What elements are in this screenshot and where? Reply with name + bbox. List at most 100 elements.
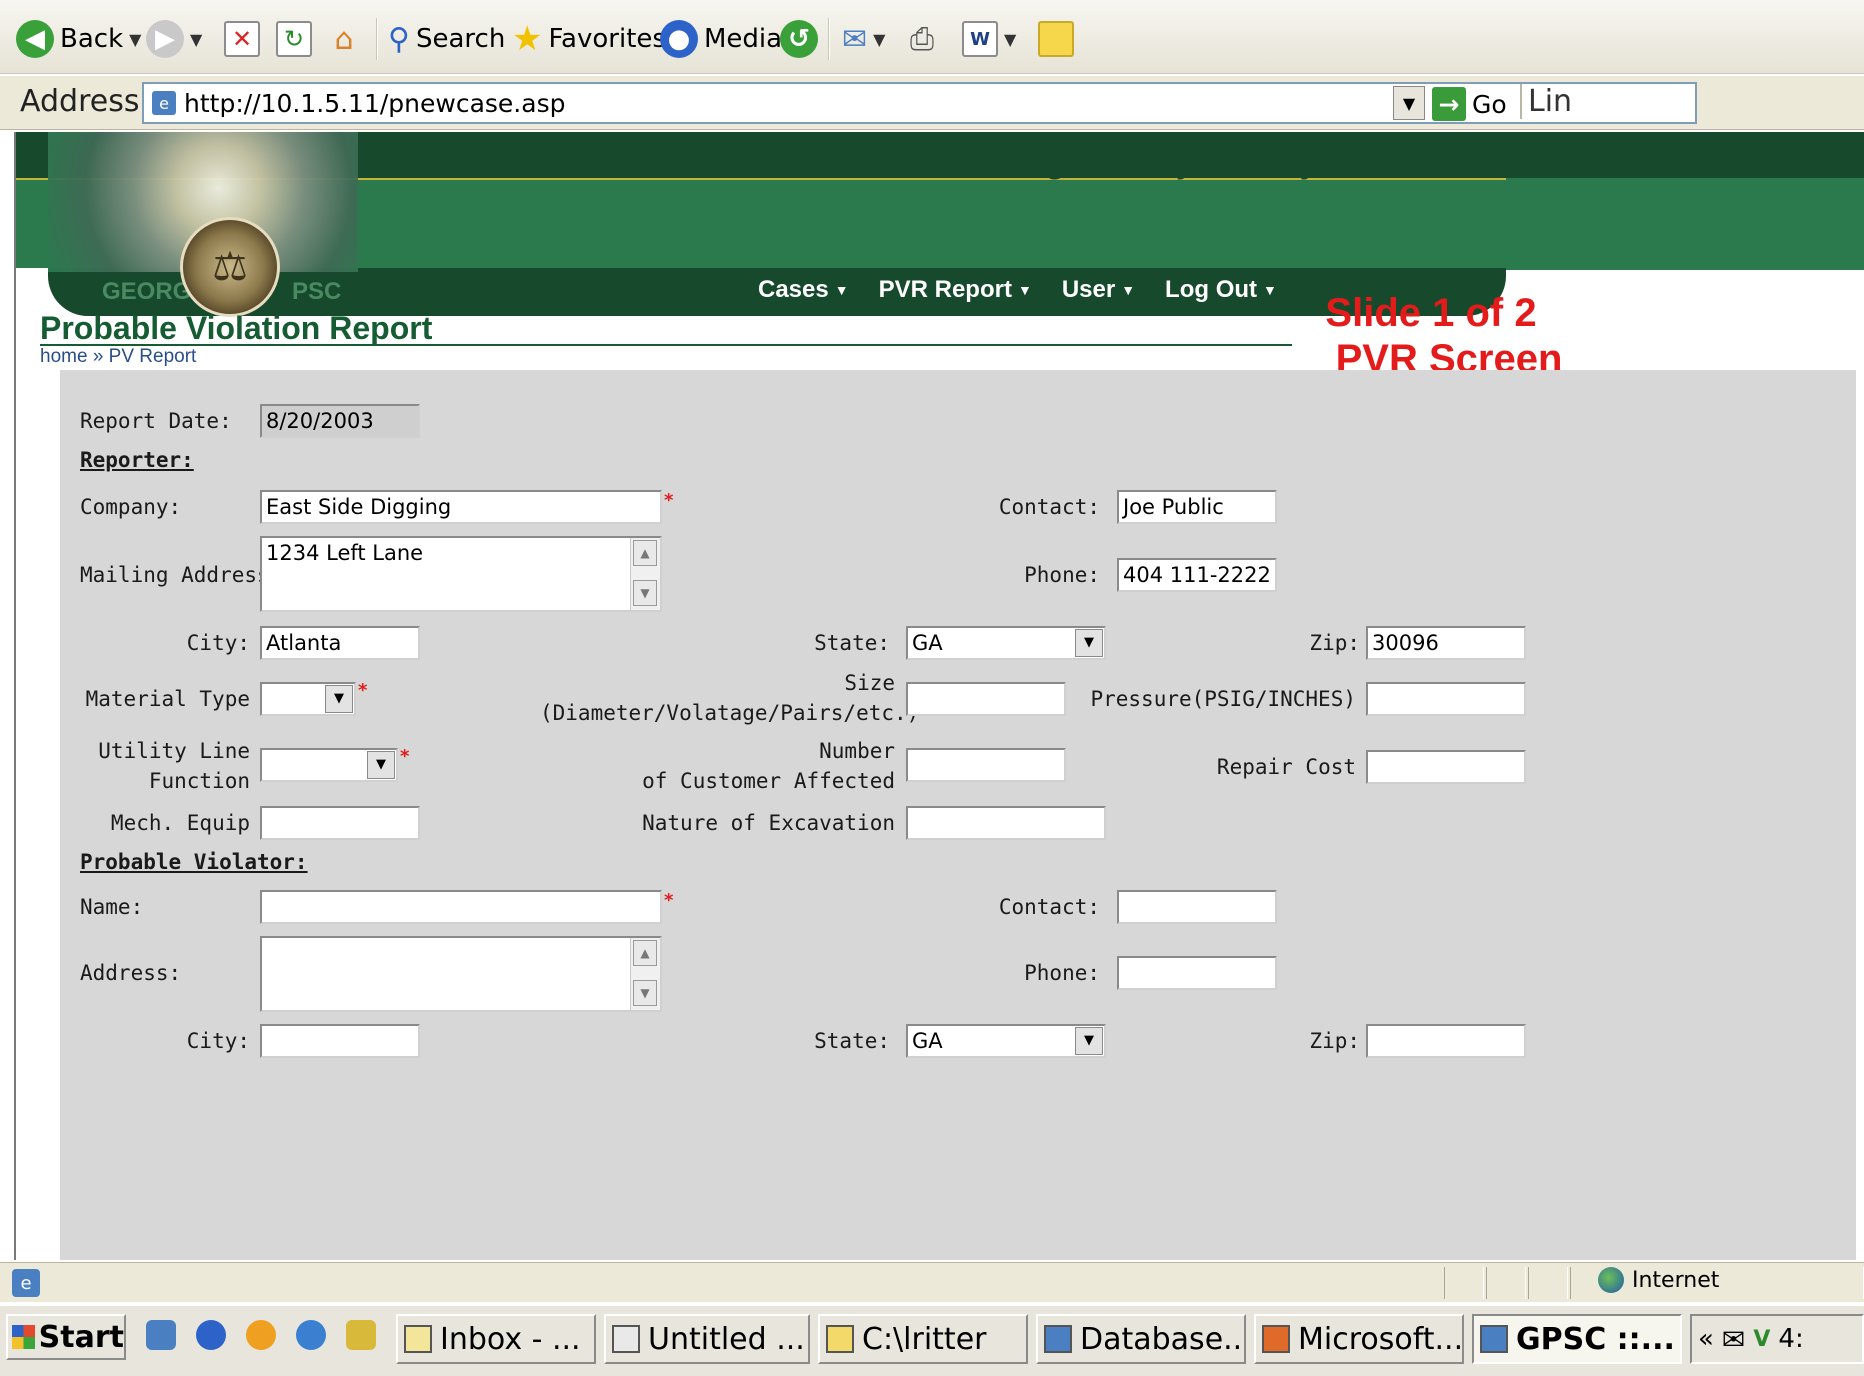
report-date-field[interactable]: 8/20/2003 (260, 404, 420, 438)
utility-line-function-select[interactable]: ▼ (260, 748, 398, 782)
city-field[interactable]: Atlanta (260, 626, 420, 660)
nav-pvr-report[interactable]: PVR Report ▼ (879, 276, 1032, 304)
chevron-down-icon[interactable]: ▼ (1075, 1027, 1103, 1055)
search-button[interactable]: ⚲ Search (388, 18, 505, 60)
start-label: Start (38, 1319, 124, 1355)
clock[interactable]: 4: (1778, 1324, 1803, 1354)
edit-dropdown-icon[interactable]: ▼ (1004, 30, 1016, 49)
customers-affected-field[interactable] (906, 748, 1066, 782)
task-database[interactable]: Database... (1036, 1314, 1246, 1364)
violator-contact-field[interactable] (1117, 890, 1277, 924)
utility-line-label-line2: Function (148, 769, 250, 793)
phone-field[interactable]: 404 111-2222 (1117, 558, 1277, 592)
site-title: Georgia Utility Facility Protection Act (971, 144, 1555, 180)
mail-dropdown-icon[interactable]: ▼ (873, 30, 885, 49)
mail-tray-icon[interactable]: ✉ (1722, 1323, 1745, 1356)
address-dropdown-button[interactable]: ▼ (1393, 86, 1425, 120)
state-select[interactable]: GA ▼ (906, 626, 1106, 660)
violator-zip-label: Zip: (1309, 1029, 1360, 1053)
start-button[interactable]: Start (6, 1314, 126, 1360)
print-button[interactable]: ⎙ (910, 18, 934, 60)
material-type-label: Material Type (85, 687, 250, 711)
mailing-address-label: Mailing Address: (80, 563, 283, 587)
quicklaunch-media-icon[interactable] (246, 1320, 276, 1350)
refresh-button[interactable]: ↻ (276, 18, 312, 60)
task-microsoft[interactable]: Microsoft... (1254, 1314, 1464, 1364)
zip-field[interactable]: 30096 (1366, 626, 1526, 660)
slide-annotation-line1: Slide 1 of 2 (1325, 291, 1537, 335)
material-type-select[interactable]: ▼ (260, 682, 356, 716)
media-button[interactable]: ● Media (660, 18, 782, 60)
repair-cost-field[interactable] (1366, 750, 1526, 784)
chevron-down-icon[interactable]: ▼ (325, 685, 353, 713)
scroll-up-icon[interactable]: ▲ (633, 540, 657, 566)
mech-equip-field[interactable] (260, 806, 420, 840)
breadcrumb-home-link[interactable]: home (40, 346, 88, 367)
history-button[interactable]: ↺ (780, 18, 818, 60)
stop-button[interactable]: ✕ (224, 18, 260, 60)
address-url: http://10.1.5.11/pnewcase.asp (184, 88, 566, 118)
size-label-line2: (Diameter/Volatage/Pairs/etc.) (540, 701, 920, 725)
scroll-up-icon[interactable]: ▲ (633, 940, 657, 966)
refresh-icon: ↻ (276, 21, 312, 57)
forward-button[interactable]: ▶ ▼ (146, 18, 202, 60)
home-button[interactable]: ⌂ (326, 18, 362, 60)
nav-user[interactable]: User ▼ (1062, 276, 1135, 304)
violator-zip-field[interactable] (1366, 1024, 1526, 1058)
task-inbox[interactable]: Inbox - ... (396, 1314, 596, 1364)
vpn-tray-icon[interactable]: V (1753, 1327, 1770, 1352)
go-button[interactable]: → Go (1432, 84, 1507, 124)
mailing-address-textarea[interactable]: 1234 Left Lane ▲ ▼ (260, 536, 662, 612)
violator-name-field[interactable] (260, 890, 662, 924)
violator-address-textarea[interactable]: ▲ ▼ (260, 936, 662, 1012)
violator-city-label: City: (186, 1029, 250, 1053)
quicklaunch-clock-icon[interactable] (296, 1320, 326, 1350)
word-document-icon (1044, 1325, 1072, 1353)
scroll-down-icon[interactable]: ▼ (633, 580, 657, 606)
quicklaunch-ie-icon[interactable] (196, 1320, 226, 1350)
task-label: Untitled ... (648, 1321, 805, 1357)
company-label: Company: (80, 495, 182, 519)
quicklaunch-outlook-icon[interactable] (346, 1320, 376, 1350)
violator-phone-field[interactable] (1117, 956, 1277, 990)
textarea-scrollbar[interactable]: ▲ ▼ (630, 938, 660, 1010)
pressure-field[interactable] (1366, 682, 1526, 716)
company-field[interactable]: East Side Digging (260, 490, 662, 524)
task-folder[interactable]: C:\lritter (818, 1314, 1028, 1364)
size-field[interactable] (906, 682, 1066, 716)
back-dropdown-icon[interactable]: ▼ (129, 30, 141, 49)
page-icon: e (152, 91, 176, 115)
violator-contact-label: Contact: (998, 895, 1100, 919)
repair-cost-label: Repair Cost (1216, 755, 1356, 779)
toolbar-separator (376, 18, 378, 60)
pvr-form-panel: Report Date: 8/20/2003 Reporter: Company… (60, 370, 1856, 1260)
discuss-button[interactable] (1038, 18, 1074, 60)
chevron-down-icon[interactable]: ▼ (1075, 629, 1103, 657)
tray-expand-icon[interactable]: « (1698, 1324, 1714, 1354)
back-button[interactable]: ◀ Back ▼ (16, 18, 141, 60)
search-label: Search (415, 24, 506, 54)
breadcrumb: home » PV Report (40, 346, 196, 368)
violator-city-field[interactable] (260, 1024, 420, 1058)
forward-dropdown-icon[interactable]: ▼ (190, 30, 202, 49)
forward-arrow-icon: ▶ (146, 20, 184, 58)
task-gpsc[interactable]: GPSC ::... (1472, 1314, 1682, 1364)
favorites-button[interactable]: ★ Favorites (512, 18, 666, 60)
contact-label: Contact: (998, 495, 1100, 519)
violator-name-label: Name: (80, 895, 144, 919)
scroll-down-icon[interactable]: ▼ (633, 980, 657, 1006)
task-untitled[interactable]: Untitled ... (604, 1314, 810, 1364)
nature-of-excavation-field[interactable] (906, 806, 1106, 840)
windows-taskbar: Start Inbox - ... Untitled ... C:\lritte… (0, 1304, 1864, 1376)
chevron-down-icon[interactable]: ▼ (367, 751, 395, 779)
required-marker: * (664, 890, 674, 911)
contact-field[interactable]: Joe Public (1117, 490, 1277, 524)
mail-button[interactable]: ✉ ▼ (842, 18, 885, 60)
mail-icon: ✉ (842, 21, 868, 57)
edit-button[interactable]: W ▼ (962, 18, 1016, 60)
textarea-scrollbar[interactable]: ▲ ▼ (630, 538, 660, 610)
nav-cases[interactable]: Cases ▼ (758, 276, 849, 304)
violator-state-select[interactable]: GA ▼ (906, 1024, 1106, 1058)
quicklaunch-desktop-icon[interactable] (146, 1320, 176, 1350)
links-label[interactable]: Lin (1520, 84, 1572, 119)
